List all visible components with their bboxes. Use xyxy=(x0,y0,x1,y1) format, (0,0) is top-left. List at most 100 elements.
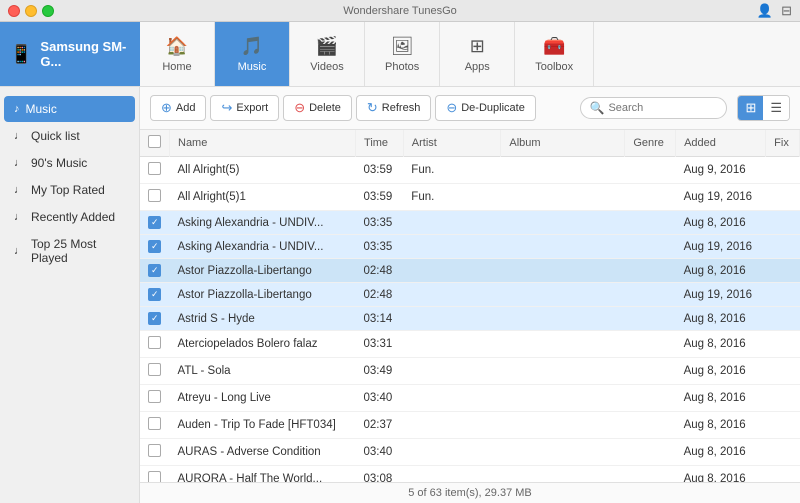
device-icon: 📱 xyxy=(10,44,32,65)
close-button[interactable] xyxy=(8,5,20,17)
search-icon: 🔍 xyxy=(589,101,604,115)
sidebar-item-music[interactable]: ♪ Music xyxy=(4,96,135,122)
track-fix xyxy=(766,331,800,358)
row-checkbox[interactable]: ✓ xyxy=(148,240,161,253)
apps-icon: ⊞ xyxy=(470,36,485,57)
table-header-row: Name Time Artist Album Genre Added Fix xyxy=(140,130,800,157)
table-row[interactable]: ✓ Astor Piazzolla-Libertango 02:48 Aug 8… xyxy=(140,259,800,283)
table-row[interactable]: AURORA - Half The World... 03:08 Aug 8, … xyxy=(140,466,800,483)
action-bar: ⊕ Add ↪ Export ⊖ Delete ↻ Refresh ⊖ De-D… xyxy=(140,87,800,130)
sidebar-item-quick-list[interactable]: ♩ Quick list xyxy=(4,123,135,149)
delete-button[interactable]: ⊖ Delete xyxy=(283,95,352,121)
table-row[interactable]: ✓ Asking Alexandria - UNDIV... 03:35 Aug… xyxy=(140,211,800,235)
track-name: Asking Alexandria - UNDIV... xyxy=(170,235,356,259)
track-fix xyxy=(766,184,800,211)
track-album xyxy=(501,235,625,259)
row-checkbox[interactable] xyxy=(148,162,161,175)
row-checkbox[interactable] xyxy=(148,189,161,202)
track-album xyxy=(501,412,625,439)
track-genre xyxy=(625,358,676,385)
track-album xyxy=(501,466,625,483)
device-name: 📱 Samsung SM-G... xyxy=(0,22,140,86)
track-artist xyxy=(403,331,501,358)
row-checkbox[interactable] xyxy=(148,471,161,482)
toolbox-icon: 🧰 xyxy=(543,36,565,57)
row-checkbox[interactable]: ✓ xyxy=(148,312,161,325)
table-row[interactable]: AURAS - Adverse Condition 03:40 Aug 8, 2… xyxy=(140,439,800,466)
table-row[interactable]: ✓ Asking Alexandria - UNDIV... 03:35 Aug… xyxy=(140,235,800,259)
app-header: 📱 Samsung SM-G... 🏠 Home 🎵 Music 🎬 Video… xyxy=(0,22,800,87)
sidebar-item-top-rated[interactable]: ♩ My Top Rated xyxy=(4,177,135,203)
row-checkbox[interactable] xyxy=(148,363,161,376)
sidebar-item-top-25[interactable]: ♩ Top 25 Most Played xyxy=(4,231,135,271)
grid-view-button[interactable]: ⊞ xyxy=(738,96,763,120)
row-checkbox[interactable] xyxy=(148,390,161,403)
track-fix xyxy=(766,439,800,466)
track-genre xyxy=(625,184,676,211)
user-icon[interactable]: 👤 xyxy=(757,3,773,19)
minimize-button[interactable] xyxy=(25,5,37,17)
deduplicate-label: De-Duplicate xyxy=(461,102,525,114)
track-fix xyxy=(766,412,800,439)
table-row[interactable]: Auden - Trip To Fade [HFT034] 02:37 Aug … xyxy=(140,412,800,439)
track-genre xyxy=(625,283,676,307)
track-added: Aug 8, 2016 xyxy=(676,259,766,283)
tab-home-label: Home xyxy=(162,61,191,73)
tab-videos[interactable]: 🎬 Videos xyxy=(290,22,365,86)
delete-label: Delete xyxy=(309,102,341,114)
tab-photos[interactable]: 🖼 Photos xyxy=(365,22,440,86)
settings-icon[interactable]: ⊟ xyxy=(781,3,792,19)
row-checkbox[interactable]: ✓ xyxy=(148,288,161,301)
table-row[interactable]: Atreyu - Long Live 03:40 Aug 8, 2016 xyxy=(140,385,800,412)
table-row[interactable]: Aterciopelados Bolero falaz 03:31 Aug 8,… xyxy=(140,331,800,358)
table-row[interactable]: ✓ Astrid S - Hyde 03:14 Aug 8, 2016 xyxy=(140,307,800,331)
home-icon: 🏠 xyxy=(166,36,188,57)
table-row[interactable]: All Alright(5) 03:59 Fun. Aug 9, 2016 xyxy=(140,157,800,184)
table-row[interactable]: ATL - Sola 03:49 Aug 8, 2016 xyxy=(140,358,800,385)
table-row[interactable]: All Alright(5)1 03:59 Fun. Aug 19, 2016 xyxy=(140,184,800,211)
row-checkbox[interactable] xyxy=(148,444,161,457)
track-album xyxy=(501,358,625,385)
col-genre: Genre xyxy=(625,130,676,157)
list-view-button[interactable]: ☰ xyxy=(763,96,789,120)
track-added: Aug 19, 2016 xyxy=(676,235,766,259)
sidebar-item-recently-added[interactable]: ♩ Recently Added xyxy=(4,204,135,230)
track-fix xyxy=(766,466,800,483)
select-all-checkbox[interactable] xyxy=(148,135,161,148)
row-checkbox[interactable] xyxy=(148,417,161,430)
track-album xyxy=(501,157,625,184)
deduplicate-button[interactable]: ⊖ De-Duplicate xyxy=(435,95,536,121)
track-name: Astor Piazzolla-Libertango xyxy=(170,283,356,307)
track-table: Name Time Artist Album Genre Added Fix A… xyxy=(140,130,800,482)
track-time: 02:48 xyxy=(356,283,404,307)
add-button[interactable]: ⊕ Add xyxy=(150,95,206,121)
track-album xyxy=(501,307,625,331)
track-artist: Fun. xyxy=(403,184,501,211)
row-checkbox[interactable]: ✓ xyxy=(148,264,161,277)
tab-music[interactable]: 🎵 Music xyxy=(215,22,290,86)
track-genre xyxy=(625,466,676,483)
tab-home[interactable]: 🏠 Home xyxy=(140,22,215,86)
refresh-button[interactable]: ↻ Refresh xyxy=(356,95,431,121)
tab-apps[interactable]: ⊞ Apps xyxy=(440,22,515,86)
track-album xyxy=(501,184,625,211)
maximize-button[interactable] xyxy=(42,5,54,17)
track-genre xyxy=(625,385,676,412)
tab-toolbox[interactable]: 🧰 Toolbox xyxy=(515,22,594,86)
row-checkbox[interactable] xyxy=(148,336,161,349)
table-row[interactable]: ✓ Astor Piazzolla-Libertango 02:48 Aug 1… xyxy=(140,283,800,307)
row-checkbox[interactable]: ✓ xyxy=(148,216,161,229)
track-added: Aug 8, 2016 xyxy=(676,307,766,331)
track-genre xyxy=(625,235,676,259)
search-input[interactable] xyxy=(608,102,718,114)
export-button[interactable]: ↪ Export xyxy=(210,95,279,121)
sidebar-item-90s-music[interactable]: ♩ 90's Music xyxy=(4,150,135,176)
track-name: Asking Alexandria - UNDIV... xyxy=(170,211,356,235)
col-artist: Artist xyxy=(403,130,501,157)
track-artist xyxy=(403,358,501,385)
tab-music-label: Music xyxy=(238,61,267,73)
track-time: 03:59 xyxy=(356,157,404,184)
col-checkbox xyxy=(140,130,170,157)
sidebar-item-90s-label: 90's Music xyxy=(31,156,87,170)
sidebar-item-top-25-label: Top 25 Most Played xyxy=(31,237,125,265)
